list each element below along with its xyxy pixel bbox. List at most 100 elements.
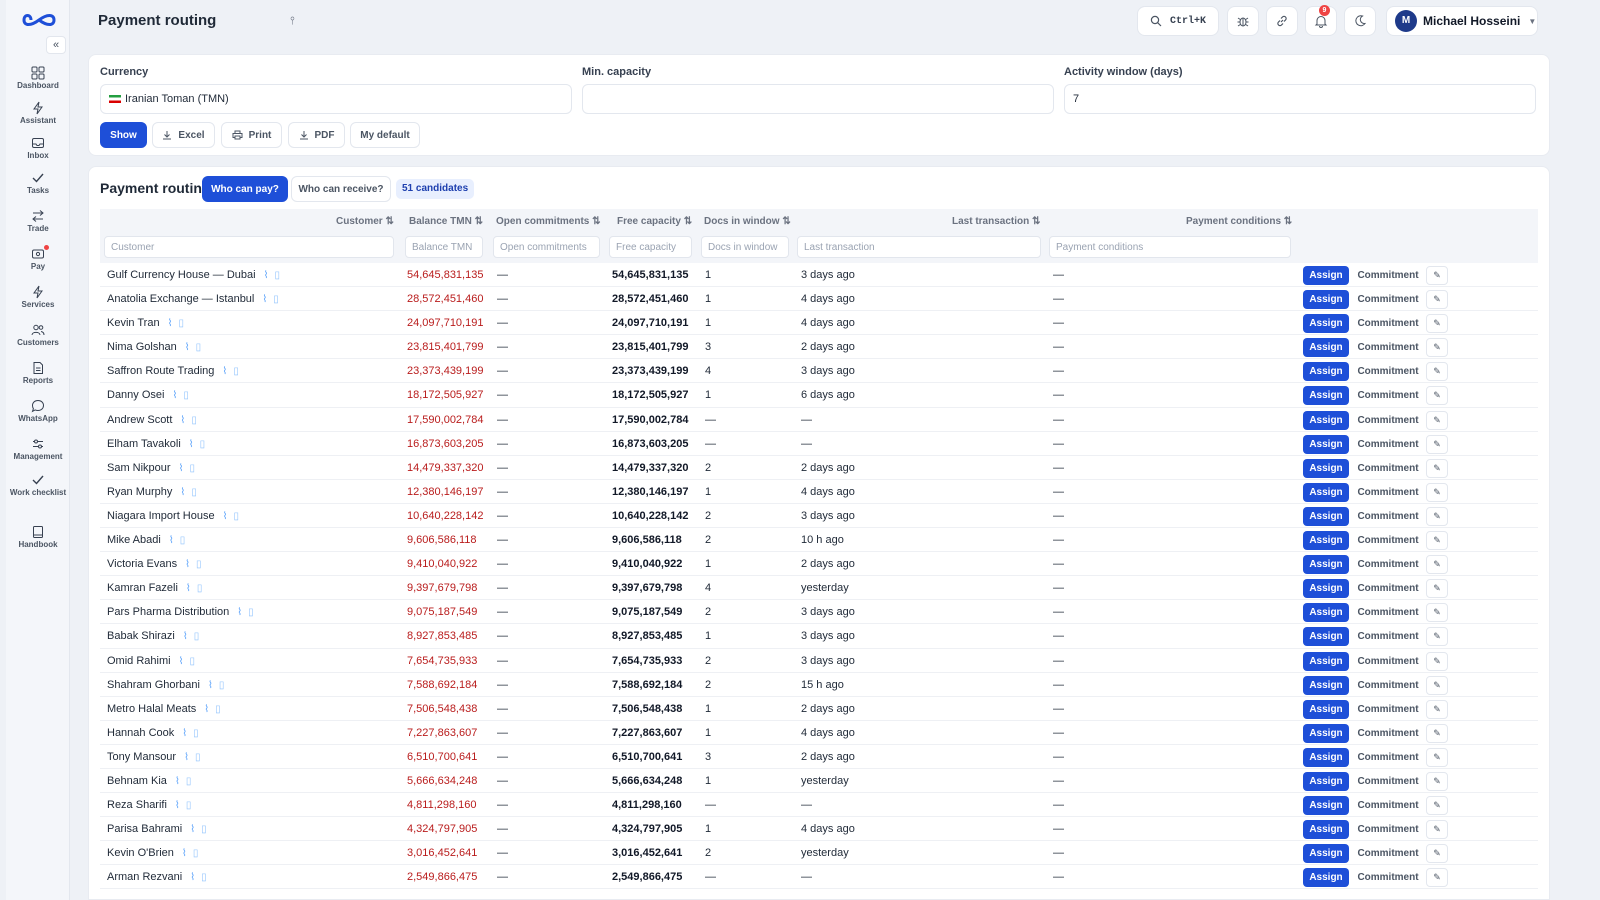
document-icon[interactable]: ▯	[201, 872, 207, 883]
activity-icon[interactable]: ⌇	[189, 439, 194, 450]
customer-name[interactable]: Kamran Fazeli	[107, 582, 178, 594]
commitment-button[interactable]: Commitment	[1356, 603, 1420, 623]
document-icon[interactable]: ▯	[234, 511, 240, 522]
commitment-button[interactable]: Commitment	[1356, 579, 1420, 599]
customer-name[interactable]: Parisa Bahrami	[107, 823, 182, 835]
sidebar-item-management[interactable]: Management	[6, 437, 70, 461]
edit-icon[interactable]: ✎	[1426, 820, 1448, 840]
assign-button[interactable]: Assign	[1303, 603, 1349, 623]
currency-select[interactable]: Iranian Toman (TMN)	[100, 84, 572, 114]
edit-icon[interactable]: ✎	[1426, 410, 1448, 430]
edit-icon[interactable]: ✎	[1426, 771, 1448, 791]
commitment-button[interactable]: Commitment	[1356, 482, 1420, 502]
customer-name[interactable]: Reza Sharifi	[107, 799, 167, 811]
edit-icon[interactable]: ✎	[1426, 651, 1448, 671]
pin-icon[interactable]: ⫯	[290, 15, 295, 28]
bug-report-button[interactable]	[1227, 6, 1259, 36]
commitment-button[interactable]: Commitment	[1356, 531, 1420, 551]
document-icon[interactable]: ▯	[189, 463, 195, 474]
user-menu[interactable]: M Michael Hosseini ▼	[1386, 6, 1538, 36]
tab-who-can-pay[interactable]: Who can pay?	[202, 176, 288, 202]
customer-name[interactable]: Sam Nikpour	[107, 462, 171, 474]
assign-button[interactable]: Assign	[1303, 820, 1349, 840]
customer-name[interactable]: Andrew Scott	[107, 414, 172, 426]
column-header-docs-in-window[interactable]: Docs in window ⇅	[704, 216, 791, 227]
commitment-button[interactable]: Commitment	[1356, 868, 1420, 888]
commitment-button[interactable]: Commitment	[1356, 820, 1420, 840]
edit-icon[interactable]: ✎	[1426, 603, 1448, 623]
document-icon[interactable]: ▯	[274, 270, 280, 281]
sidebar-item-dashboard[interactable]: Dashboard	[6, 66, 70, 90]
print-button[interactable]: Print	[221, 122, 282, 148]
document-icon[interactable]: ▯	[215, 704, 221, 715]
column-header-open-commitments[interactable]: Open commitments ⇅	[496, 216, 601, 227]
document-icon[interactable]: ▯	[200, 439, 206, 450]
activity-icon[interactable]: ⌇	[184, 752, 189, 763]
document-icon[interactable]: ▯	[180, 535, 186, 546]
customer-name[interactable]: Danny Osei	[107, 389, 164, 401]
tab-who-can-receive[interactable]: Who can receive?	[291, 176, 391, 202]
edit-icon[interactable]: ✎	[1426, 675, 1448, 695]
theme-toggle-button[interactable]	[1344, 6, 1376, 36]
assign-button[interactable]: Assign	[1303, 675, 1349, 695]
document-icon[interactable]: ▯	[193, 728, 199, 739]
commitment-button[interactable]: Commitment	[1356, 796, 1420, 816]
activity-icon[interactable]: ⌇	[264, 270, 269, 281]
collapse-sidebar-button[interactable]: «	[46, 36, 66, 54]
sidebar-item-tasks[interactable]: Tasks	[6, 171, 70, 195]
edit-icon[interactable]: ✎	[1426, 266, 1448, 285]
customer-name[interactable]: Metro Halal Meats	[107, 703, 196, 715]
assign-button[interactable]: Assign	[1303, 482, 1349, 502]
column-header-balance[interactable]: Balance TMN ⇅	[409, 216, 483, 227]
activity-icon[interactable]: ⌇	[186, 583, 191, 594]
customer-name[interactable]: Nima Golshan	[107, 341, 177, 353]
commitment-button[interactable]: Commitment	[1356, 771, 1420, 791]
document-icon[interactable]: ▯	[183, 390, 189, 401]
activity-icon[interactable]: ⌇	[179, 656, 184, 667]
edit-icon[interactable]: ✎	[1426, 699, 1448, 719]
assign-button[interactable]: Assign	[1303, 410, 1349, 430]
free-capacity-filter-input[interactable]: Free capacity	[609, 236, 692, 258]
assign-button[interactable]: Assign	[1303, 868, 1349, 888]
commitment-button[interactable]: Commitment	[1356, 651, 1420, 671]
document-icon[interactable]: ▯	[201, 824, 207, 835]
activity-icon[interactable]: ⌇	[175, 800, 180, 811]
assign-button[interactable]: Assign	[1303, 338, 1349, 358]
activity-icon[interactable]: ⌇	[222, 366, 227, 377]
customer-name[interactable]: Anatolia Exchange — Istanbul	[107, 293, 254, 305]
my-default-button[interactable]: My default	[350, 122, 420, 148]
excel-button[interactable]: Excel	[152, 122, 215, 148]
notifications-button[interactable]: 9	[1305, 5, 1337, 36]
commitment-button[interactable]: Commitment	[1356, 410, 1420, 430]
commitment-button[interactable]: Commitment	[1356, 434, 1420, 454]
customer-name[interactable]: Ryan Murphy	[107, 486, 172, 498]
link-button[interactable]	[1266, 6, 1298, 36]
activity-icon[interactable]: ⌇	[182, 728, 187, 739]
assign-button[interactable]: Assign	[1303, 266, 1349, 285]
document-icon[interactable]: ▯	[196, 342, 202, 353]
commitment-button[interactable]: Commitment	[1356, 506, 1420, 526]
activity-icon[interactable]: ⌇	[179, 463, 184, 474]
assign-button[interactable]: Assign	[1303, 771, 1349, 791]
customer-name[interactable]: Elham Tavakoli	[107, 438, 181, 450]
customer-name[interactable]: Kevin O'Brien	[107, 847, 174, 859]
sidebar-item-pay[interactable]: Pay	[6, 245, 70, 271]
sidebar-item-work-checklist[interactable]: Work checklist	[6, 473, 70, 497]
activity-icon[interactable]: ⌇	[190, 824, 195, 835]
sidebar-item-customers[interactable]: Customers	[6, 323, 70, 347]
show-button[interactable]: Show	[100, 122, 147, 148]
edit-icon[interactable]: ✎	[1426, 458, 1448, 478]
document-icon[interactable]: ▯	[196, 559, 202, 570]
document-icon[interactable]: ▯	[178, 318, 184, 329]
assign-button[interactable]: Assign	[1303, 434, 1349, 454]
activity-icon[interactable]: ⌇	[262, 294, 267, 305]
assign-button[interactable]: Assign	[1303, 723, 1349, 743]
sidebar-item-assistant[interactable]: Assistant	[6, 101, 70, 125]
edit-icon[interactable]: ✎	[1426, 868, 1448, 888]
customer-filter-input[interactable]: Customer	[104, 236, 394, 258]
document-icon[interactable]: ▯	[195, 752, 201, 763]
assign-button[interactable]: Assign	[1303, 699, 1349, 719]
edit-icon[interactable]: ✎	[1426, 844, 1448, 864]
document-icon[interactable]: ▯	[186, 800, 192, 811]
payment-conditions-filter-input[interactable]: Payment conditions	[1049, 236, 1291, 258]
